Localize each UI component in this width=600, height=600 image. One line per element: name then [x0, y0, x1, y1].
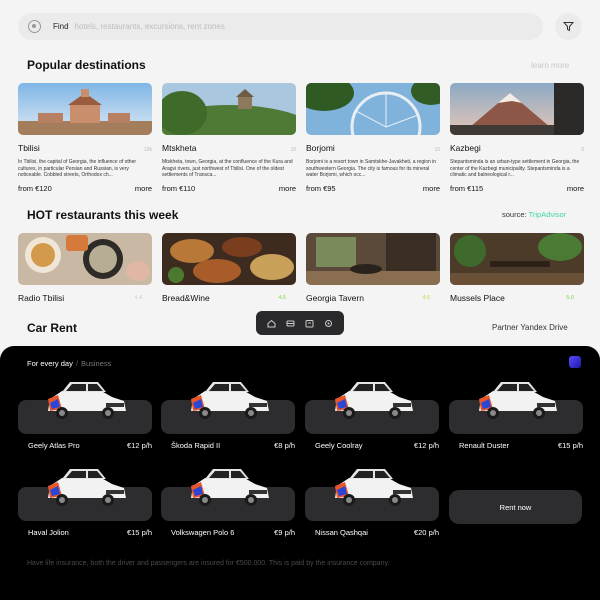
destination-price: from €115: [450, 184, 484, 193]
destination-price: from €120: [18, 184, 52, 193]
destination-desc: Borjomi is a resort town in Samtskhe-Jav…: [306, 159, 437, 178]
destination-name: Kazbegi: [450, 143, 481, 153]
car-price: €9 p/h: [274, 528, 295, 537]
car-image: [335, 382, 413, 419]
restaurant-card[interactable]: Georgia Tavern 4.6: [306, 233, 440, 303]
destination-name: Mtskheta: [162, 143, 197, 153]
more-link[interactable]: more: [567, 184, 584, 193]
yandex-drive-logo-icon: [569, 356, 581, 368]
restaurants-title: HOT restaurants this week: [27, 208, 179, 222]
rent-now-button[interactable]: Rent now: [449, 490, 582, 524]
tab-every-day[interactable]: For every day: [27, 359, 73, 368]
search-label: Find: [53, 22, 69, 31]
settings-icon[interactable]: [28, 20, 41, 33]
car-price: €15 p/h: [126, 528, 152, 537]
destination-image: [306, 83, 440, 135]
restaurant-card[interactable]: Bread&Wine 4.5: [162, 233, 296, 303]
restaurant-name: Radio Tbilisi: [18, 293, 65, 303]
car-name: Nissan Qashqai: [315, 528, 368, 537]
restaurant-name: Georgia Tavern: [306, 293, 364, 303]
destination-score: 10: [434, 147, 440, 153]
car-price: €12 p/h: [126, 441, 152, 450]
car-name: Haval Jolion: [28, 528, 69, 537]
insurance-note: Have life insurance, both the driver and…: [27, 560, 390, 567]
more-link[interactable]: more: [423, 184, 440, 193]
car-image: [479, 382, 557, 419]
restaurant-image: [162, 233, 296, 285]
destinations-title: Popular destinations: [27, 58, 146, 72]
car-image: [191, 469, 269, 506]
filter-button[interactable]: [555, 13, 582, 40]
destination-score: 18: [290, 147, 296, 153]
restaurant-rating: 5.0: [566, 295, 574, 301]
car-image: [48, 469, 126, 506]
home-icon[interactable]: [266, 317, 278, 329]
car-price: €12 p/h: [413, 441, 439, 450]
destination-card[interactable]: Kazbegi 8 Stepantsminda is an urban-type …: [450, 83, 584, 193]
car-image: [48, 382, 126, 419]
car-icon[interactable]: [285, 317, 297, 329]
bottom-nav: [256, 311, 344, 335]
tab-business[interactable]: Business: [81, 359, 111, 368]
destination-score: 10k: [143, 147, 152, 153]
restaurant-rating: 4.4: [134, 295, 142, 301]
destination-price: from €110: [162, 184, 196, 193]
tab-separator: /: [75, 359, 78, 368]
learn-more-link[interactable]: learn more: [531, 61, 569, 70]
source-label: source: TripAdvisor: [502, 210, 566, 219]
car-name: Volkswagen Polo 6: [171, 528, 235, 537]
restaurant-rating: 4.5: [278, 295, 286, 301]
destination-desc: In Tbilisi, the capital of Georgia, the …: [18, 159, 137, 178]
restaurant-name: Bread&Wine: [162, 293, 210, 303]
source-prefix: source:: [502, 210, 527, 219]
destination-price: from €95: [306, 184, 336, 193]
car-name: Geely Coolray: [315, 441, 363, 450]
destination-image: [450, 83, 584, 135]
restaurant-image: [306, 233, 440, 285]
search-bar[interactable]: Find: [18, 13, 543, 40]
calendar-icon[interactable]: [304, 317, 316, 329]
partner-label: Partner Yandex Drive: [492, 323, 568, 332]
restaurant-rating: 4.6: [422, 295, 430, 301]
restaurant-card[interactable]: Radio Tbilisi 4.4: [18, 233, 152, 303]
car-image: [335, 469, 413, 506]
more-link[interactable]: more: [135, 184, 152, 193]
car-name: Škoda Rapid II: [171, 441, 221, 450]
restaurant-card[interactable]: Mussels Place 5.0: [450, 233, 584, 303]
car-name: Renault Duster: [459, 441, 510, 450]
more-link[interactable]: more: [279, 184, 296, 193]
destination-card[interactable]: Mtskheta 18 Mtskheta, town, Georgia, at t…: [162, 83, 296, 193]
destination-card[interactable]: Borjomi 10 Borjomi is a resort town in Sa…: [306, 83, 440, 193]
tripadvisor-link[interactable]: TripAdvisor: [529, 210, 567, 219]
car-rent-panel: For every day / Business Geely Atlas Pro €1…: [0, 346, 600, 600]
destination-card[interactable]: Tbilisi 10k In Tbilisi, the capital of Ge…: [18, 83, 152, 193]
filter-icon: [563, 22, 574, 32]
settings-icon[interactable]: [323, 317, 335, 329]
restaurant-image: [450, 233, 584, 285]
destination-desc: Stepantsminda is an urban-type settlemen…: [450, 159, 580, 178]
destination-score: 8: [581, 147, 584, 153]
destination-desc: Mtskheta, town, Georgia, at the confluen…: [162, 159, 293, 178]
car-price: €8 p/h: [274, 441, 295, 450]
destination-image: [162, 83, 296, 135]
restaurant-name: Mussels Place: [450, 293, 505, 303]
car-tabs: For every day / Business: [27, 359, 111, 368]
car-image: [191, 382, 269, 419]
search-input[interactable]: [74, 22, 375, 31]
car-price: €15 p/h: [557, 441, 583, 450]
destination-image: [18, 83, 152, 135]
car-price: €20 p/h: [413, 528, 439, 537]
car-rent-title: Car Rent: [27, 321, 78, 335]
restaurant-image: [18, 233, 152, 285]
car-name: Geely Atlas Pro: [28, 441, 80, 450]
destination-name: Tbilisi: [18, 143, 40, 153]
destination-name: Borjomi: [306, 143, 335, 153]
